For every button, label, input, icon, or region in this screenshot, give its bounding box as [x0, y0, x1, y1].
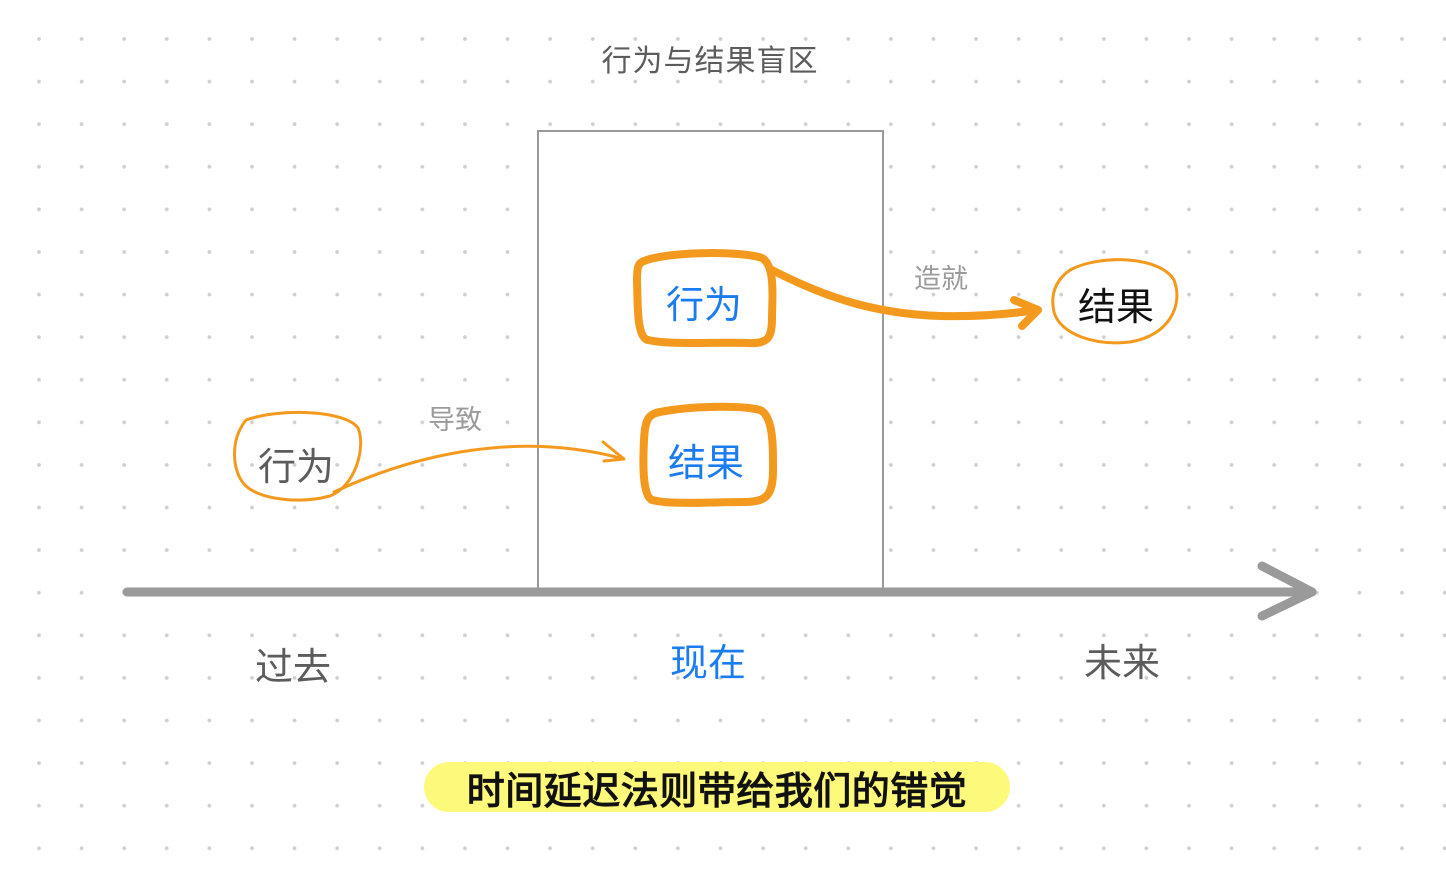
present-result-node: 结果 [667, 441, 744, 485]
past-behavior-node: 行为 [257, 445, 334, 489]
edge-label-cause: 导致 [428, 405, 482, 436]
edge-past-to-present [332, 444, 622, 494]
future-result-node: 结果 [1077, 285, 1154, 329]
caption-text: 时间延迟法则带给我们的错觉 [466, 768, 968, 813]
edge-label-create: 造就 [914, 264, 968, 295]
caption-highlight: 时间延迟法则带给我们的错觉 [424, 762, 1010, 813]
timeline-label-future: 未来 [1084, 641, 1161, 685]
timeline-label-present: 现在 [670, 641, 747, 685]
edge-past-to-present-arrowhead [601, 440, 626, 463]
edge-present-to-future [768, 266, 1040, 321]
timeline-label-past: 过去 [255, 645, 332, 689]
present-behavior-node: 行为 [665, 283, 742, 327]
